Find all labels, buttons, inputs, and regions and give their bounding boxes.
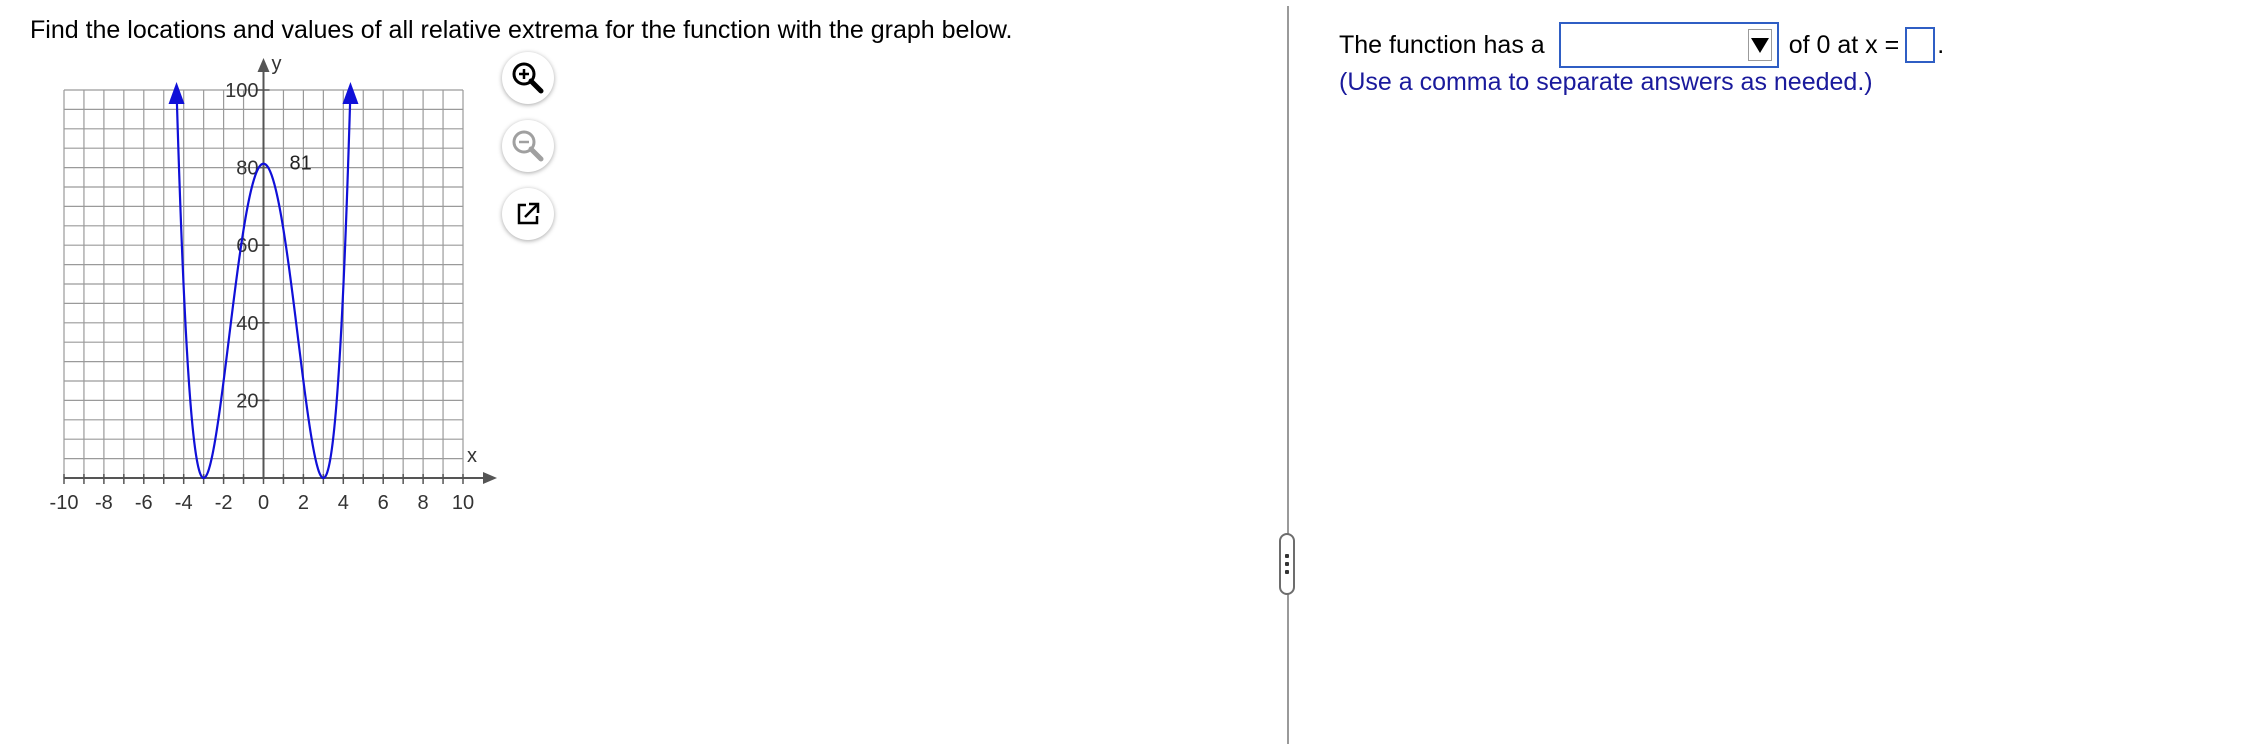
panel-resize-handle[interactable] — [1279, 533, 1295, 595]
answer-hint: (Use a comma to separate answers as need… — [1339, 68, 1873, 96]
panel-divider — [1287, 6, 1289, 744]
curve-end-arrow — [342, 82, 359, 104]
x-value-input[interactable] — [1905, 27, 1936, 63]
y-axis-label: y — [272, 53, 282, 75]
x-tick-label: 10 — [452, 492, 474, 514]
x-tick-label: 2 — [298, 492, 309, 514]
y-tick-label: 100 — [225, 80, 258, 102]
popout-button[interactable] — [502, 188, 554, 240]
y-tick-label: 40 — [236, 313, 258, 335]
answer-prefix: The function has a — [1339, 30, 1545, 59]
x-tick-label: 8 — [418, 492, 429, 514]
x-tick-label: -4 — [175, 492, 193, 514]
x-tick-label: 4 — [338, 492, 349, 514]
x-axis-label: x — [467, 445, 477, 467]
extremum-type-dropdown[interactable] — [1558, 22, 1779, 68]
y-tick-label: 20 — [236, 390, 258, 412]
answer-middle-text: of 0 at x = — [1788, 30, 1900, 59]
zoom-in-button[interactable] — [502, 52, 554, 104]
dropdown-toggle[interactable] — [1747, 29, 1772, 61]
x-tick-label: -10 — [50, 492, 79, 514]
zoom-in-icon — [512, 62, 544, 94]
y-axis-arrow — [257, 58, 270, 72]
answer-suffix: . — [1937, 30, 1945, 59]
x-tick-label: 0 — [258, 492, 269, 514]
popout-icon — [517, 202, 540, 225]
x-tick-label: -6 — [135, 492, 153, 514]
answer-statement: The function has a of 0 at x = . — [1339, 22, 1944, 68]
x-tick-label: -2 — [215, 492, 233, 514]
x-tick-label: -8 — [95, 492, 113, 514]
x-axis-arrow — [483, 472, 497, 484]
zoom-out-icon — [512, 130, 544, 162]
function-graph: -10 -8 -6 -4 -2 0 2 4 6 8 1020406080100xy81 — [50, 53, 497, 514]
caret-down-icon — [1750, 37, 1769, 53]
zoom-out-button[interactable] — [502, 120, 554, 172]
curve-end-arrow — [168, 82, 185, 104]
x-tick-label: 6 — [378, 492, 389, 514]
max-value-annotation: 81 — [290, 153, 312, 175]
